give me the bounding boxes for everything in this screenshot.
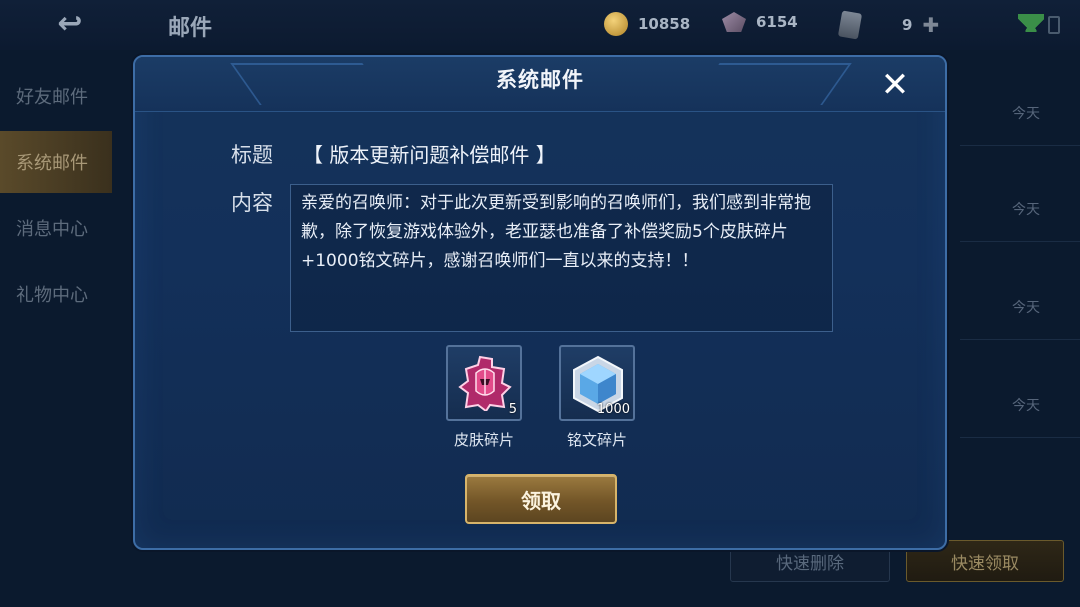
reward-name: 铭文碎片: [566, 431, 627, 449]
diamond-counter: 6154: [722, 12, 798, 32]
wifi-icon: [1018, 14, 1044, 32]
mail-subject: 【 版本更新问题补偿邮件 】: [303, 143, 556, 167]
back-arrow-icon: ↩: [57, 5, 83, 41]
claim-button[interactable]: 领取: [465, 474, 617, 524]
mail-time: 今天: [1012, 105, 1040, 122]
reward-item[interactable]: 5 皮肤碎片: [446, 345, 522, 449]
back-button[interactable]: ↩: [30, 5, 110, 41]
gold-counter: 10858: [604, 12, 690, 36]
reward-tile[interactable]: 1000: [559, 345, 635, 421]
mail-content: 亲爱的召唤师：对于此次更新受到影响的召唤师们，我们感到非常抱歉，除了恢复游戏体验…: [290, 184, 833, 332]
ticket-icon: [837, 10, 863, 40]
diamond-amount: 6154: [756, 13, 798, 31]
close-icon: ✕: [880, 65, 910, 105]
reward-item[interactable]: 1000 铭文碎片: [559, 345, 635, 449]
reward-count: 5: [508, 402, 517, 417]
content-label: 内容: [231, 191, 273, 215]
sidebar-item-friend-mail[interactable]: 好友邮件: [0, 65, 112, 127]
close-button[interactable]: ✕: [875, 65, 915, 105]
mail-time: 今天: [1012, 299, 1040, 316]
system-mail-dialog: 系统邮件 ✕ 标题 【 版本更新问题补偿邮件 】 内容 亲爱的召唤师：对于此次更…: [133, 55, 947, 550]
skin-shard-icon: [458, 355, 512, 411]
list-item[interactable]: 今天: [960, 176, 1080, 242]
gold-amount: 10858: [638, 15, 691, 33]
mail-time: 今天: [1012, 397, 1040, 414]
mail-list: 今天 今天 今天 今天: [960, 50, 1080, 550]
dialog-title: 系统邮件: [496, 68, 584, 92]
sidebar-item-message-center[interactable]: 消息中心: [0, 197, 112, 259]
page-title: 邮件: [168, 16, 213, 41]
gold-coin-icon: [604, 12, 628, 36]
subject-label: 标题: [231, 143, 273, 167]
mail-sidebar: 好友邮件 系统邮件 消息中心 礼物中心: [0, 50, 112, 607]
battery-icon: [1048, 16, 1060, 34]
ticket-amount: 9: [902, 16, 913, 34]
reward-name: 皮肤碎片: [453, 431, 514, 449]
list-item[interactable]: 今天: [960, 372, 1080, 438]
mail-time: 今天: [1012, 201, 1040, 218]
sidebar-item-system-mail[interactable]: 系统邮件: [0, 131, 112, 193]
list-item[interactable]: 今天: [960, 274, 1080, 340]
reward-count: 1000: [596, 402, 630, 417]
diamond-icon: [722, 12, 746, 32]
list-item[interactable]: 今天: [960, 80, 1080, 146]
sidebar-item-gift-center[interactable]: 礼物中心: [0, 263, 112, 325]
ticket-counter: 9 ✚: [837, 10, 939, 40]
add-ticket-icon[interactable]: ✚: [922, 13, 939, 37]
reward-tile[interactable]: 5: [446, 345, 522, 421]
